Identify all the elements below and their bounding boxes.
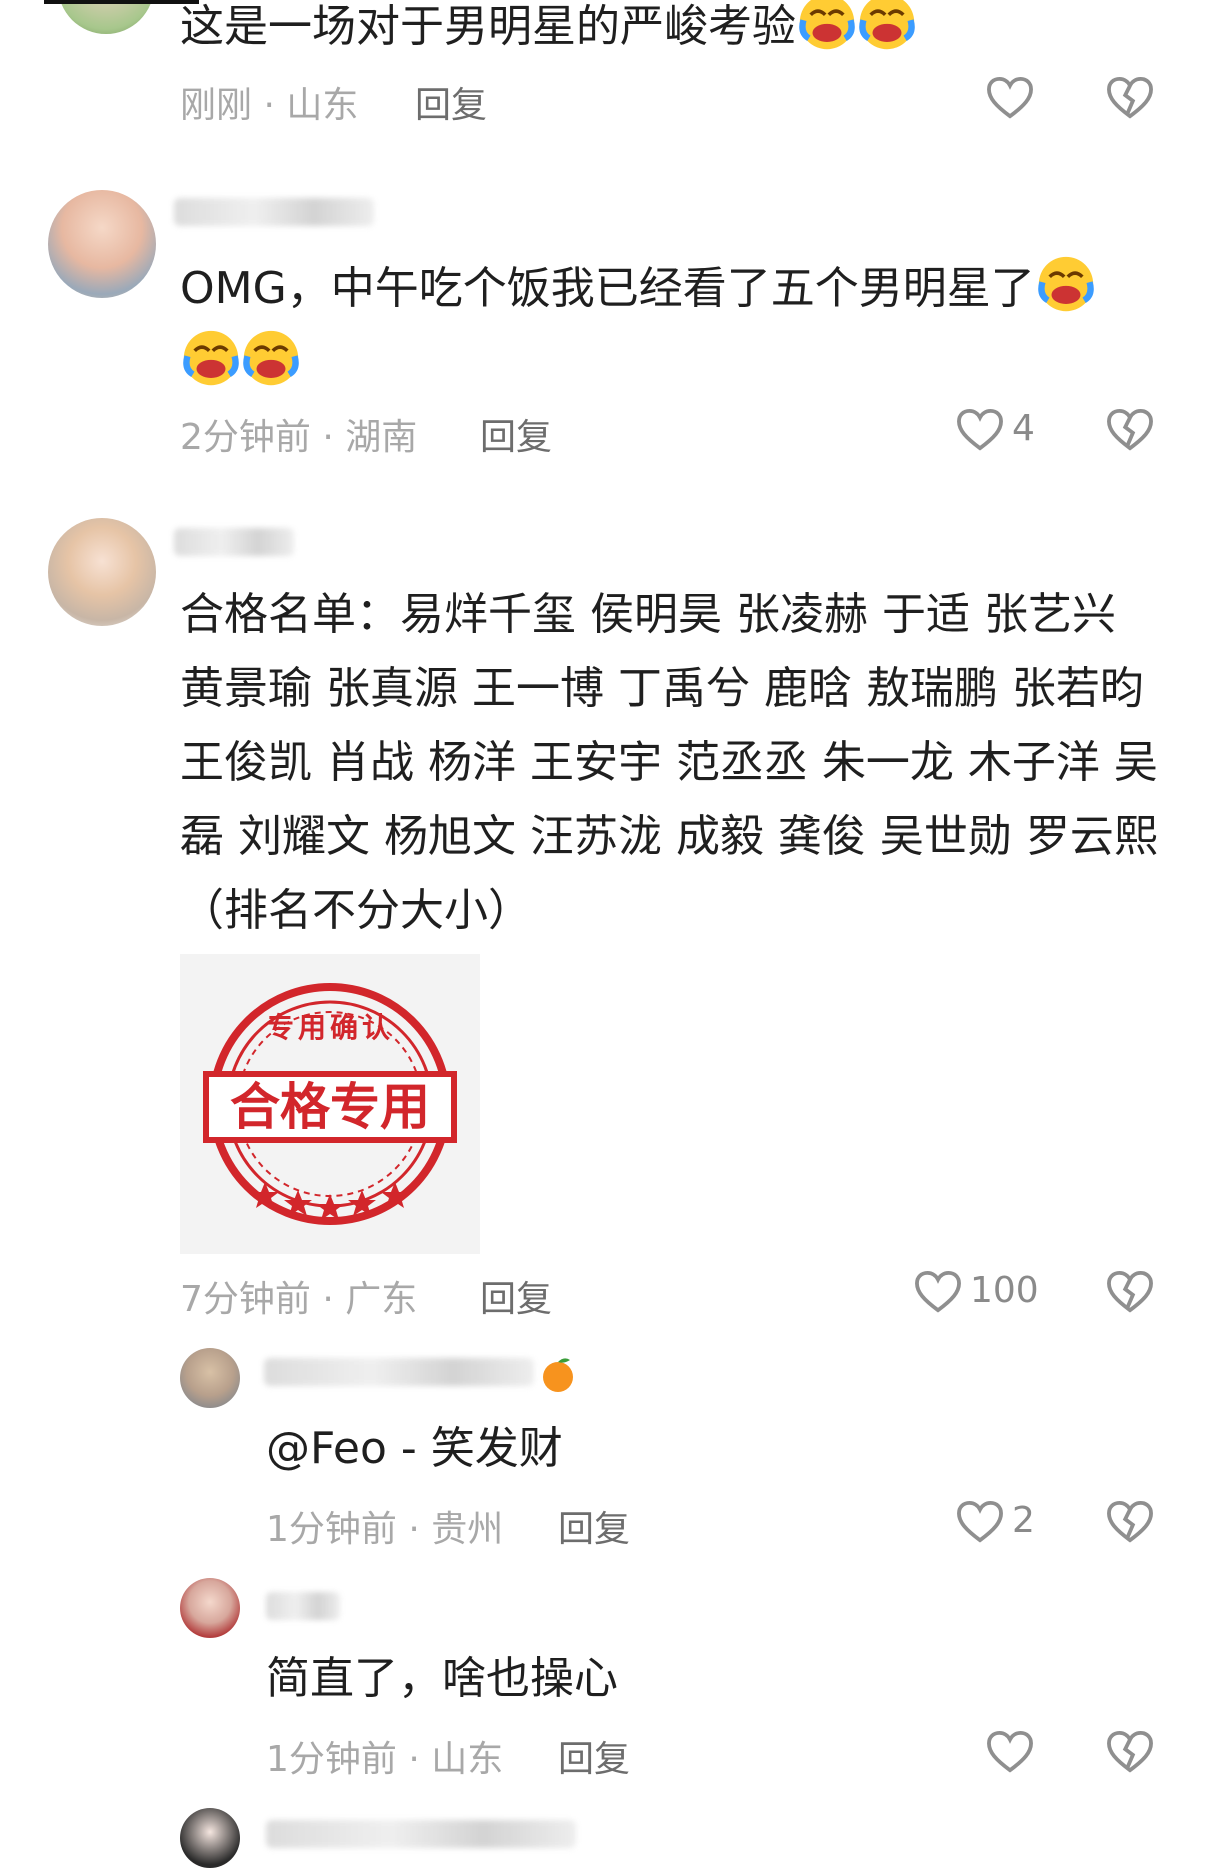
comment-text: OMG，中午吃个饭我已经看了五个男明星了 [180, 252, 1120, 400]
crying-laughing-emoji [183, 330, 239, 386]
heart-icon[interactable] [914, 1270, 962, 1314]
avatar[interactable] [180, 1808, 240, 1868]
broken-heart-icon[interactable] [1106, 1270, 1154, 1314]
broken-heart-icon[interactable] [1106, 76, 1154, 120]
like-count: 2 [1012, 1500, 1035, 1541]
crying-laughing-emoji [859, 0, 915, 50]
comment-time-location: 刚刚 · 山东 [180, 85, 359, 126]
username-blurred[interactable] [174, 198, 374, 226]
avatar[interactable] [180, 1348, 240, 1408]
reply-button[interactable]: 回复 [480, 1270, 552, 1322]
reply-button[interactable]: 回复 [558, 1500, 630, 1552]
heart-icon[interactable] [986, 76, 1034, 120]
comment-time-location: 1分钟前 · 贵州 [266, 1509, 504, 1550]
broken-heart-icon[interactable] [1106, 1730, 1154, 1774]
like-count: 4 [1012, 408, 1035, 449]
username-blurred[interactable] [266, 1592, 340, 1620]
crying-laughing-emoji [799, 0, 855, 50]
username-blurred[interactable] [266, 1820, 576, 1848]
comment-line: 合格名单：易烊千玺 侯明昊 张凌赫 于适 张艺兴 [180, 589, 1116, 640]
stamp-image[interactable]: 专用确认 合格专用 [180, 954, 480, 1254]
heart-icon[interactable] [956, 1500, 1004, 1544]
mention-link[interactable]: @Feo - 笑发财 [266, 1423, 563, 1474]
avatar[interactable] [48, 190, 156, 298]
comment-time-location: 1分钟前 · 山东 [266, 1739, 504, 1780]
orange-emoji [543, 1358, 573, 1392]
broken-heart-icon[interactable] [1106, 408, 1154, 452]
comment-text-content: OMG，中午吃个饭我已经看了五个男明星了 [180, 263, 1035, 314]
heart-icon[interactable] [956, 408, 1004, 452]
comment-line: 黄景瑜 张真源 王一博 丁禹兮 鹿晗 敖瑞鹏 张若昀 [180, 663, 1144, 714]
avatar[interactable] [58, 0, 154, 34]
comment-time-location: 7分钟前 · 广东 [180, 1279, 418, 1320]
stamp-top-text: 专用确认 [265, 1011, 394, 1044]
top-divider [44, 0, 199, 4]
reply-button[interactable]: 回复 [480, 408, 552, 460]
like-count: 100 [970, 1270, 1039, 1311]
reply-button[interactable]: 回复 [415, 76, 487, 128]
crying-laughing-emoji [1037, 256, 1094, 312]
reply-button[interactable]: 回复 [558, 1730, 630, 1782]
comment-text: 这是一场对于男明星的严峻考验 [180, 0, 916, 64]
reply-text: @Feo - 笑发财 [266, 1412, 563, 1486]
crying-laughing-emoji [243, 330, 299, 386]
comment-line: 磊 刘耀文 杨旭文 汪苏泷 成毅 龚俊 吴世勋 罗云熙 [180, 811, 1158, 862]
avatar[interactable] [180, 1578, 240, 1638]
broken-heart-icon[interactable] [1106, 1500, 1154, 1544]
username-blurred[interactable] [264, 1358, 534, 1386]
avatar[interactable] [48, 518, 156, 626]
comment-text-content: 这是一场对于男明星的严峻考验 [180, 1, 796, 52]
stamp-main-text: 合格专用 [230, 1077, 430, 1136]
heart-icon[interactable] [986, 1730, 1034, 1774]
reply-text: 简直了，啥也操心 [266, 1653, 618, 1704]
comment-line: （排名不分大小） [180, 885, 532, 936]
comment-text: 合格名单：易烊千玺 侯明昊 张凌赫 于适 张艺兴 黄景瑜 张真源 王一博 丁禹兮… [180, 578, 1180, 948]
username-blurred[interactable] [174, 528, 294, 556]
comment-time-location: 2分钟前 · 湖南 [180, 417, 418, 458]
comment-line: 王俊凯 肖战 杨洋 王安宇 范丞丞 朱一龙 木子洋 吴 [180, 737, 1158, 788]
